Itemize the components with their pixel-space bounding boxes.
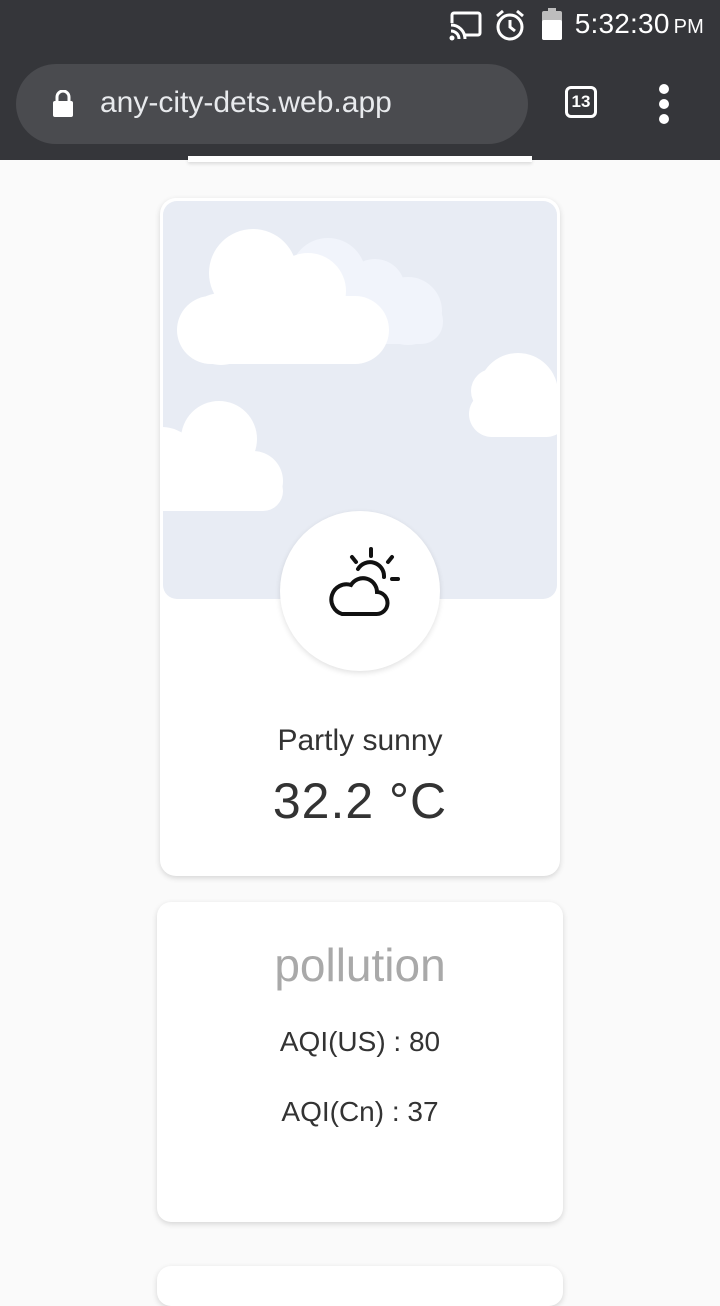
pollution-title: pollution xyxy=(274,939,446,991)
clock-ampm: PM xyxy=(673,16,704,38)
url-text[interactable]: any-city-dets.web.app xyxy=(100,86,392,120)
alarm-icon xyxy=(494,8,526,47)
browser-toolbar: any-city-dets.web.app 13 xyxy=(0,50,720,160)
aqi-cn: AQI(Cn) : 37 xyxy=(281,1096,439,1127)
battery-icon xyxy=(541,8,563,45)
previous-card-edge xyxy=(188,156,532,162)
page-content: Partly sunny 32.2 °C pollution AQI(US) :… xyxy=(0,156,720,1306)
weather-icon-badge xyxy=(280,511,440,671)
weather-condition: Partly sunny xyxy=(277,724,443,757)
next-card-edge xyxy=(157,1266,563,1306)
tab-switcher-button[interactable]: 13 xyxy=(565,86,597,118)
status-bar: 5:32:30 PM xyxy=(0,0,720,50)
lock-icon[interactable] xyxy=(52,89,74,123)
partly-sunny-icon xyxy=(329,547,400,616)
clock: 5:32:30 PM xyxy=(575,8,704,40)
cast-icon xyxy=(449,9,483,46)
clock-time: 5:32:30 xyxy=(574,8,670,39)
pollution-card: pollution AQI(US) : 80 AQI(Cn) : 37 xyxy=(157,902,563,1222)
temperature-value: 32.2 °C xyxy=(272,773,448,829)
address-bar[interactable]: any-city-dets.web.app xyxy=(16,64,528,144)
overflow-menu-icon[interactable] xyxy=(652,84,676,124)
weather-card: Partly sunny 32.2 °C xyxy=(160,198,560,876)
aqi-us: AQI(US) : 80 xyxy=(279,1026,441,1057)
